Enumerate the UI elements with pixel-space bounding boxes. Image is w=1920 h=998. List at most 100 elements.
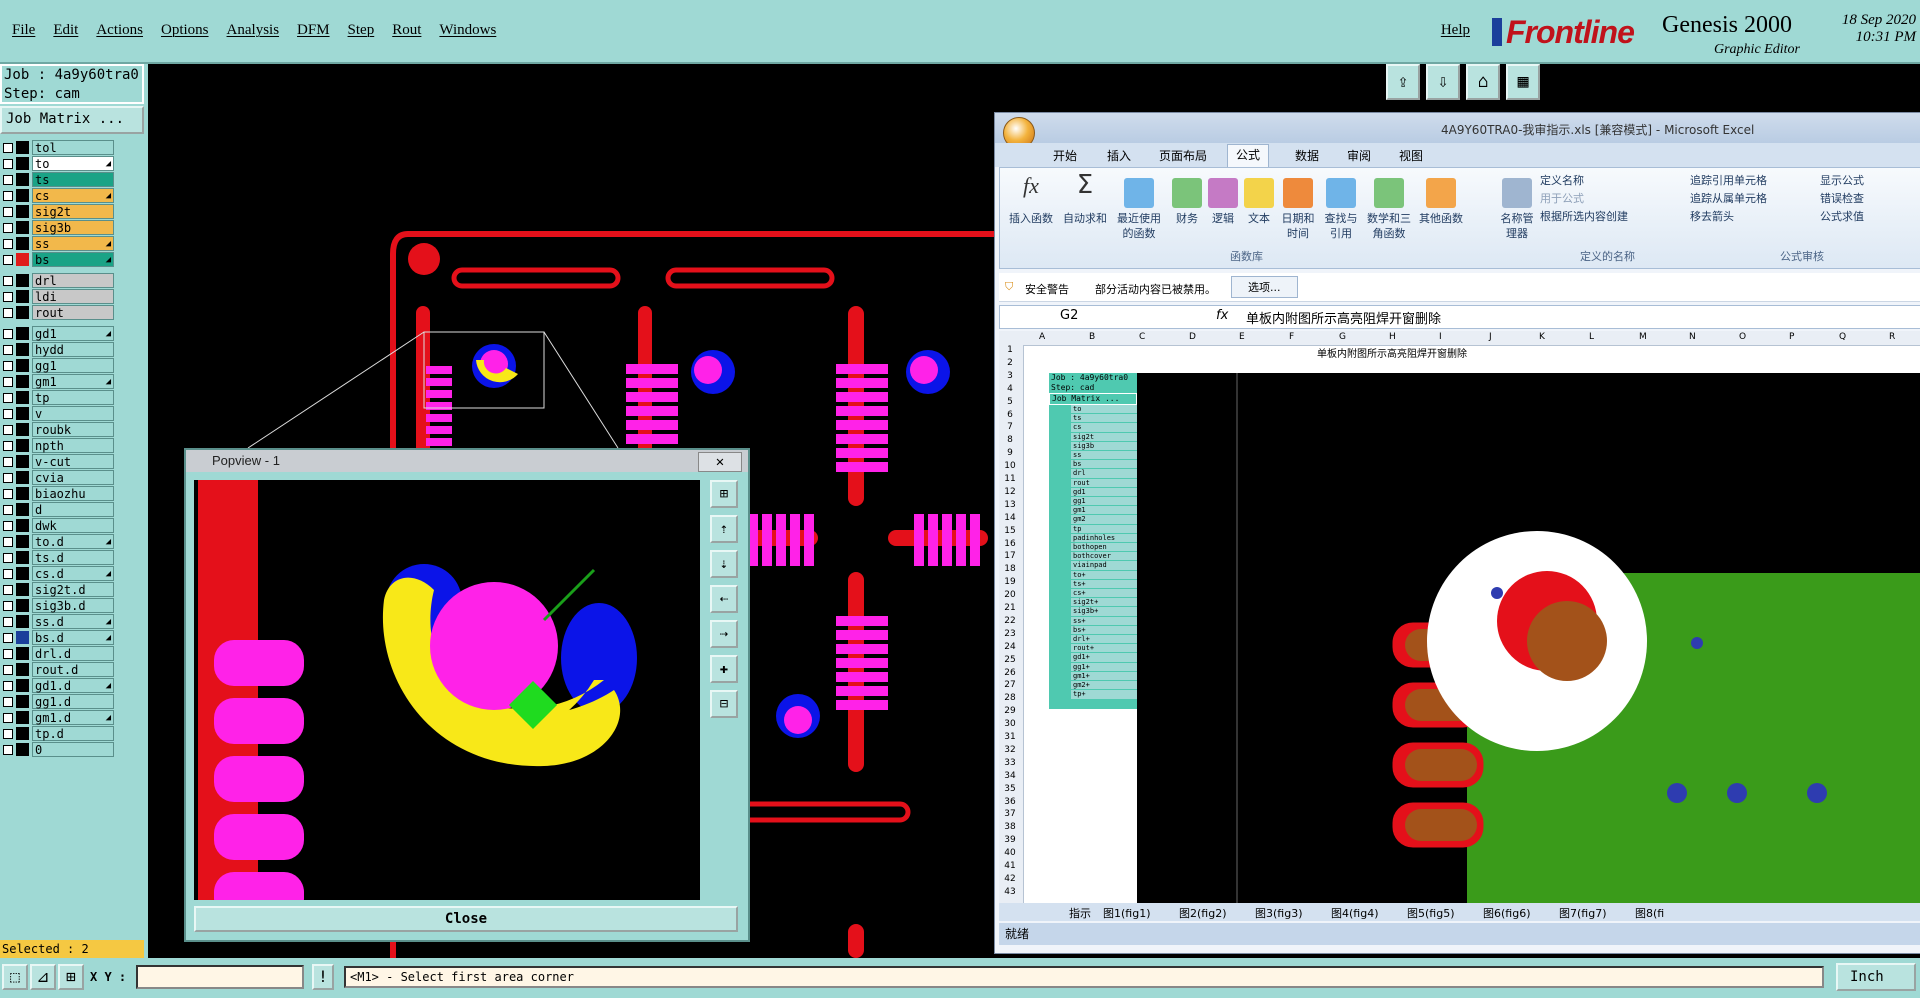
- layer-color-swatch[interactable]: [16, 237, 29, 250]
- grid-tool-icon[interactable]: ⊞: [58, 964, 84, 990]
- row-header[interactable]: 11: [999, 474, 1021, 484]
- layer-checkbox[interactable]: [3, 569, 13, 579]
- layer-row[interactable]: sig3b.d: [0, 598, 118, 614]
- layer-name[interactable]: rout: [32, 305, 114, 320]
- xy-input[interactable]: [136, 965, 304, 989]
- layer-name[interactable]: d: [32, 502, 114, 517]
- layer-name[interactable]: ts: [32, 172, 114, 187]
- layer-checkbox[interactable]: [3, 585, 13, 595]
- layer-checkbox[interactable]: [3, 191, 13, 201]
- menu-windows[interactable]: Windows: [433, 22, 508, 39]
- layer-color-swatch[interactable]: [16, 551, 29, 564]
- math-trig-button[interactable]: 数学和三角函数: [1364, 178, 1414, 241]
- row-header[interactable]: 5: [999, 397, 1021, 407]
- autosum-button[interactable]: Σ 自动求和: [1060, 172, 1110, 226]
- create-from-selection-item[interactable]: 根据所选内容创建: [1540, 208, 1628, 226]
- tab-view[interactable]: 视图: [1399, 147, 1423, 164]
- layer-name[interactable]: gd1 ◢: [32, 326, 114, 341]
- tab-review[interactable]: 审阅: [1347, 147, 1371, 164]
- layer-checkbox[interactable]: [3, 713, 13, 723]
- layer-checkbox[interactable]: [3, 489, 13, 499]
- layer-color-swatch[interactable]: [16, 205, 29, 218]
- column-header[interactable]: Q: [1839, 332, 1846, 342]
- column-header[interactable]: I: [1439, 332, 1442, 342]
- select-tool-icon[interactable]: ⬚: [2, 964, 28, 990]
- layer-color-swatch[interactable]: [16, 455, 29, 468]
- row-header[interactable]: 22: [999, 616, 1021, 626]
- layer-checkbox[interactable]: [3, 409, 13, 419]
- row-header[interactable]: 42: [999, 874, 1021, 884]
- show-formulas-item[interactable]: 显示公式: [1820, 172, 1864, 190]
- layer-color-swatch[interactable]: [16, 631, 29, 644]
- layer-name[interactable]: v-cut: [32, 454, 114, 469]
- row-header[interactable]: 4: [999, 384, 1021, 394]
- layer-name[interactable]: to.d ◢: [32, 534, 114, 549]
- layer-name[interactable]: gm1 ◢: [32, 374, 114, 389]
- worksheet-grid[interactable]: ABCDEFGHIJKLMNOPQR 1 2 3 4 5 6 7 8 9 10 11 12 13 14 15…: [999, 331, 1920, 903]
- trace-dependents-item[interactable]: 追踪从属单元格: [1690, 190, 1767, 208]
- financial-button[interactable]: 财务: [1170, 178, 1204, 226]
- sheet-tab[interactable]: 图1(fig1): [1103, 905, 1151, 921]
- layer-name[interactable]: cvia: [32, 470, 114, 485]
- row-header[interactable]: 34: [999, 771, 1021, 781]
- row-header[interactable]: 37: [999, 809, 1021, 819]
- layer-name[interactable]: sig2t: [32, 204, 114, 219]
- layer-name[interactable]: cs.d ◢: [32, 566, 114, 581]
- column-header[interactable]: P: [1789, 332, 1794, 342]
- layer-name[interactable]: tp.d: [32, 726, 114, 741]
- layer-color-swatch[interactable]: [16, 663, 29, 676]
- sheet-tab[interactable]: 图8(fi: [1635, 905, 1664, 921]
- layer-color-swatch[interactable]: [16, 157, 29, 170]
- layer-name[interactable]: to ◢: [32, 156, 114, 171]
- row-header[interactable]: 31: [999, 732, 1021, 742]
- layer-color-swatch[interactable]: [16, 583, 29, 596]
- layer-name[interactable]: tol: [32, 140, 114, 155]
- layer-row[interactable]: d: [0, 502, 118, 518]
- menu-actions[interactable]: Actions: [90, 22, 155, 39]
- pan-down-icon[interactable]: ⇣: [710, 550, 738, 578]
- layer-row[interactable]: ts: [0, 172, 118, 188]
- layer-color-swatch[interactable]: [16, 743, 29, 756]
- layer-row[interactable]: cs.d ◢: [0, 566, 118, 582]
- sheet-tab[interactable]: 图3(fig3): [1255, 905, 1303, 921]
- more-functions-button[interactable]: 其他函数: [1416, 178, 1466, 226]
- layer-checkbox[interactable]: [3, 345, 13, 355]
- layer-row[interactable]: gg1: [0, 358, 118, 374]
- layer-checkbox[interactable]: [3, 457, 13, 467]
- layer-color-swatch[interactable]: [16, 274, 29, 287]
- column-header[interactable]: O: [1739, 332, 1746, 342]
- layer-checkbox[interactable]: [3, 223, 13, 233]
- row-header[interactable]: 10: [999, 461, 1021, 471]
- layer-checkbox[interactable]: [3, 601, 13, 611]
- layer-checkbox[interactable]: [3, 521, 13, 531]
- layer-color-swatch[interactable]: [16, 679, 29, 692]
- row-header[interactable]: 21: [999, 603, 1021, 613]
- column-header[interactable]: A: [1039, 332, 1045, 342]
- layer-checkbox[interactable]: [3, 441, 13, 451]
- pan-up-icon[interactable]: ⇡: [710, 515, 738, 543]
- layer-row[interactable]: bs ◢: [0, 252, 118, 268]
- layer-row[interactable]: hydd: [0, 342, 118, 358]
- layer-checkbox[interactable]: [3, 308, 13, 318]
- units-selector[interactable]: Inch: [1836, 963, 1916, 991]
- layer-row[interactable]: ldi: [0, 289, 118, 305]
- layer-row[interactable]: sig2t: [0, 204, 118, 220]
- layer-row[interactable]: cs ◢: [0, 188, 118, 204]
- tab-formulas[interactable]: 公式: [1227, 144, 1270, 167]
- layer-name[interactable]: bs ◢: [32, 252, 114, 267]
- layer-name[interactable]: gm1.d ◢: [32, 710, 114, 725]
- trace-precedents-item[interactable]: 追踪引用单元格: [1690, 172, 1767, 190]
- menu-edit[interactable]: Edit: [47, 22, 90, 39]
- layer-checkbox[interactable]: [3, 553, 13, 563]
- row-header[interactable]: 23: [999, 629, 1021, 639]
- row-header[interactable]: 35: [999, 784, 1021, 794]
- layer-color-swatch[interactable]: [16, 711, 29, 724]
- job-matrix-button[interactable]: Job Matrix ...: [0, 106, 144, 134]
- layer-checkbox[interactable]: [3, 505, 13, 515]
- row-header[interactable]: 17: [999, 551, 1021, 561]
- zoom-out-icon[interactable]: ⊟: [710, 690, 738, 718]
- column-header[interactable]: L: [1589, 332, 1594, 342]
- layer-name[interactable]: drl.d: [32, 646, 114, 661]
- menu-options[interactable]: Options: [155, 22, 221, 39]
- layer-checkbox[interactable]: [3, 745, 13, 755]
